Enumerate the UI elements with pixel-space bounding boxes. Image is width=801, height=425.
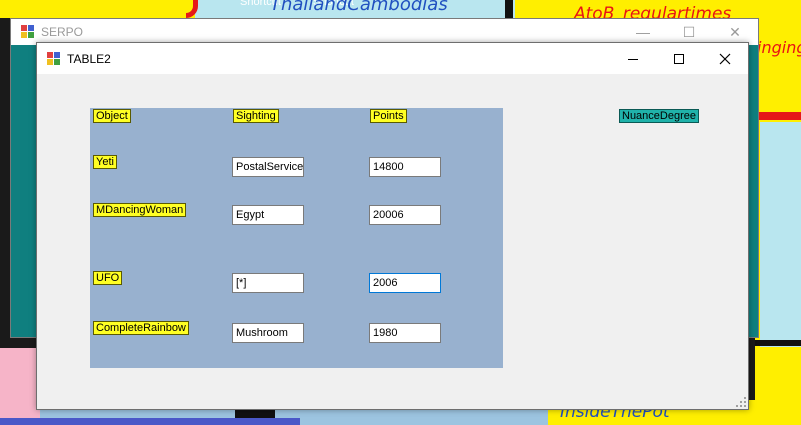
object-label: MDancingWoman — [93, 203, 187, 217]
table2-titlebar[interactable]: TABLE2 — [37, 43, 748, 74]
object-label: Yeti — [93, 155, 117, 169]
app-icon — [21, 25, 35, 39]
desktop-decoration — [755, 340, 801, 346]
close-button[interactable] — [702, 43, 748, 74]
taskbar[interactable] — [0, 418, 300, 425]
points-field[interactable]: 14800 — [369, 157, 441, 177]
maximize-button[interactable] — [656, 43, 702, 74]
points-field[interactable]: 20006 — [369, 205, 441, 225]
header-points-label: Points — [370, 109, 407, 123]
table2-window[interactable]: TABLE2 Object Sighting Points Yeti Posta… — [36, 42, 749, 410]
object-label: UFO — [93, 271, 123, 285]
object-label: CompleteRainbow — [93, 321, 189, 335]
desktop-text: ThailandCambodias — [270, 0, 448, 15]
desktop-text: inging — [757, 38, 801, 57]
sighting-field[interactable]: [*] — [232, 273, 304, 293]
points-field[interactable]: 1980 — [369, 323, 441, 343]
sighting-field[interactable]: PostalService — [232, 157, 304, 177]
close-icon — [719, 53, 731, 64]
header-object-label: Object — [93, 109, 131, 123]
maximize-icon — [674, 53, 684, 64]
desktop-tile — [760, 122, 801, 347]
window-client-area: Object Sighting Points Yeti PostalServic… — [37, 74, 748, 409]
table-panel: Object Sighting Points Yeti PostalServic… — [90, 108, 503, 368]
sighting-field[interactable]: Egypt — [232, 205, 304, 225]
desktop-tile — [0, 348, 40, 425]
app-icon — [47, 51, 61, 66]
header-sighting-label: Sighting — [233, 109, 279, 123]
desktop-tile — [0, 0, 195, 18]
desktop-decoration — [755, 112, 801, 120]
window-title: TABLE2 — [67, 51, 111, 66]
resize-grip[interactable] — [736, 397, 746, 407]
nuance-degree-label: NuanceDegree — [619, 109, 699, 123]
minimize-icon — [628, 58, 638, 60]
minimize-button[interactable] — [610, 43, 656, 74]
sighting-field[interactable]: Mushroom — [232, 323, 304, 343]
serpo-window-title: SERPO — [41, 25, 84, 39]
desktop-decoration — [505, 0, 513, 18]
points-field[interactable]: 2006 — [369, 273, 441, 293]
